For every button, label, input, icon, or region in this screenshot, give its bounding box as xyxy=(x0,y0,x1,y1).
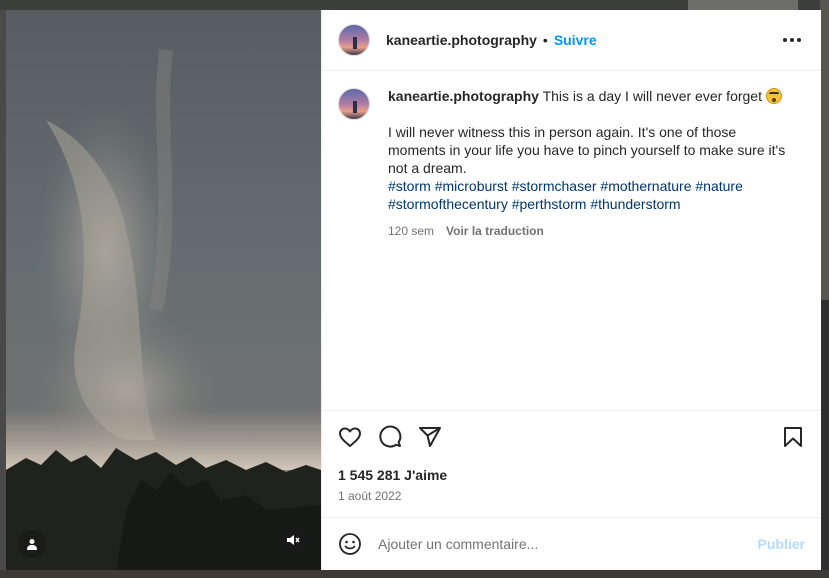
caption-author-username[interactable]: kaneartie.photography xyxy=(388,88,539,104)
more-horizontal-icon xyxy=(783,38,787,42)
hashtag-link[interactable]: #storm xyxy=(388,178,431,194)
hashtag-link[interactable]: #stormchaser xyxy=(512,178,597,194)
hashtag-link[interactable]: #nature xyxy=(695,178,742,194)
more-dot xyxy=(797,38,801,42)
post-date[interactable]: 1 août 2022 xyxy=(338,489,805,517)
paper-plane-icon xyxy=(419,427,441,447)
hashtag-link[interactable]: #perthstorm xyxy=(512,196,587,212)
hashtag-link[interactable]: #thunderstorm xyxy=(590,196,680,212)
share-button[interactable] xyxy=(418,425,442,449)
user-icon xyxy=(27,539,37,550)
post-age[interactable]: 120 sem xyxy=(388,222,434,240)
post-sidebar: kaneartie.photography • Suivre kaneartie… xyxy=(321,10,821,570)
hashtag-link[interactable]: #stormofthecentury xyxy=(388,196,508,212)
hashtag-link[interactable]: #mothernature xyxy=(600,178,691,194)
caption-first-line: kaneartie.photography This is a day I wi… xyxy=(388,87,788,105)
feed-tile xyxy=(820,300,829,578)
actions-section: 1 545 281 J'aime 1 août 2022 xyxy=(322,410,821,517)
muted-speaker-icon xyxy=(287,535,300,545)
publish-button[interactable]: Publier xyxy=(758,536,805,552)
more-dot xyxy=(790,38,794,42)
caption-section: kaneartie.photography This is a day I wi… xyxy=(322,71,821,410)
feed-tile xyxy=(820,0,829,300)
hashtag-link[interactable]: #microburst xyxy=(435,178,508,194)
feed-tile xyxy=(0,570,829,578)
post-modal: kaneartie.photography • Suivre kaneartie… xyxy=(6,10,821,570)
action-bar xyxy=(338,411,805,463)
comment-bubble-icon xyxy=(379,425,402,448)
audio-toggle-button[interactable] xyxy=(279,526,307,554)
feed-tile xyxy=(688,0,798,10)
comment-input[interactable] xyxy=(378,536,758,552)
post-header: kaneartie.photography • Suivre xyxy=(322,10,821,71)
see-translation-button[interactable]: Voir la traduction xyxy=(446,222,544,240)
author-avatar[interactable] xyxy=(338,24,370,56)
emoji-picker-button[interactable] xyxy=(338,532,362,556)
caption-row: kaneartie.photography This is a day I wi… xyxy=(338,87,805,240)
tagged-users-button[interactable] xyxy=(18,530,46,558)
storm-photo xyxy=(6,10,321,570)
caption-body-text: I will never witness this in person agai… xyxy=(388,124,786,176)
caption-intro: This is a day I will never ever forget xyxy=(542,88,762,104)
save-button[interactable] xyxy=(781,425,805,449)
separator-dot: • xyxy=(542,32,548,48)
hashtag-list: #storm #microburst #stormchaser #mothern… xyxy=(388,177,788,213)
heart-icon xyxy=(339,427,361,447)
more-options-button[interactable] xyxy=(779,34,805,46)
comment-button[interactable] xyxy=(378,425,402,449)
author-username[interactable]: kaneartie.photography xyxy=(386,32,537,48)
caption-text: kaneartie.photography This is a day I wi… xyxy=(388,87,788,240)
caption-author-avatar[interactable] xyxy=(338,88,370,120)
caption-meta: 120 sem Voir la traduction xyxy=(388,222,788,240)
follow-button[interactable]: Suivre xyxy=(554,32,597,48)
bookmark-icon xyxy=(784,427,802,447)
smiley-icon xyxy=(339,533,361,555)
comment-bar: Publier xyxy=(322,517,821,570)
like-button[interactable] xyxy=(338,425,362,449)
like-count[interactable]: 1 545 281 J'aime xyxy=(338,467,805,483)
post-media[interactable] xyxy=(6,10,321,570)
flushed-face-emoji-icon xyxy=(765,88,782,104)
